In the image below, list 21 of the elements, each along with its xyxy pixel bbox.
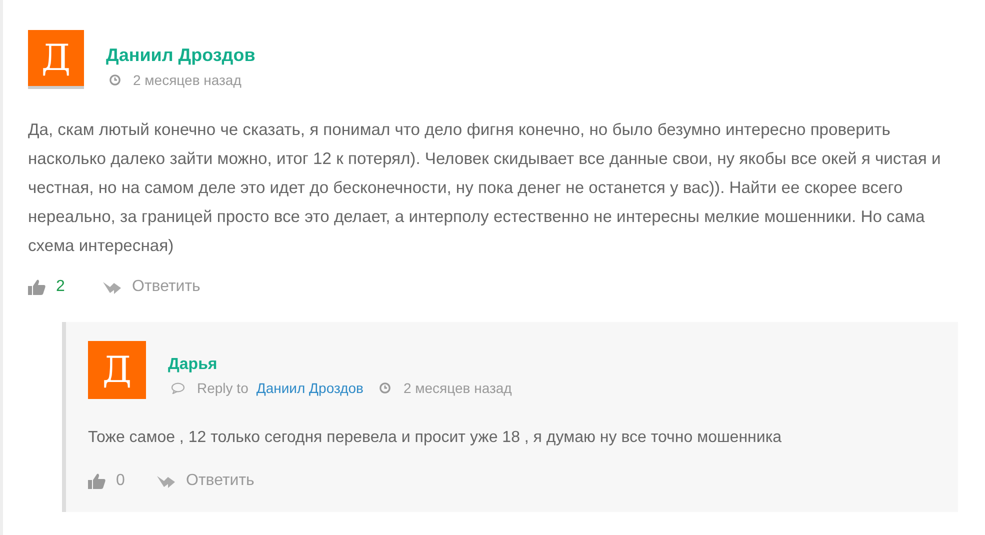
vote-count: 0	[116, 472, 126, 490]
clock-icon	[379, 382, 392, 394]
reply-to-label: Reply to	[197, 380, 248, 396]
thumbs-up-icon[interactable]	[88, 473, 106, 489]
author-name[interactable]: Дарья	[168, 356, 218, 374]
comment-time: 2 месяцев назад	[133, 72, 242, 88]
reply-button[interactable]: Ответить	[156, 472, 254, 490]
reply-to-link[interactable]: Даниил Дроздов	[256, 380, 364, 396]
comment-time: 2 месяцев назад	[403, 380, 512, 396]
thumbs-up-icon[interactable]	[28, 279, 46, 295]
avatar: Д	[88, 341, 146, 399]
comment-text: Да, скам лютый конечно че сказать, я понимал что дело фигня конечно, но было безумно интересно проверить насколько далеко зайти можно, итог 12 к потерял). Человек скидывает все данные свои, ну якобы все окей я чистая и честная, но на самом деле это идет до бесконечности, ну пока денег не останется у вас)). Найти ее скорее всего нереально, за границей просто все это делает, а интерполу естественно не интересны мелкие мошенники. Но сама схема интересная)	[28, 119, 942, 257]
reply-arrow-icon	[102, 279, 122, 295]
vote-count: 2	[56, 278, 66, 296]
reply-arrow-icon	[156, 473, 176, 489]
reply-button[interactable]: Ответить	[102, 278, 200, 296]
clock-icon	[109, 74, 121, 86]
avatar: Д	[28, 30, 84, 89]
author-name[interactable]: Даниил Дроздов	[106, 45, 256, 66]
comment-text: Тоже самое , 12 только сегодня перевела и просит уже 18 , я думаю ну все точно мошенника	[88, 428, 783, 448]
speech-bubble-icon	[171, 382, 185, 394]
